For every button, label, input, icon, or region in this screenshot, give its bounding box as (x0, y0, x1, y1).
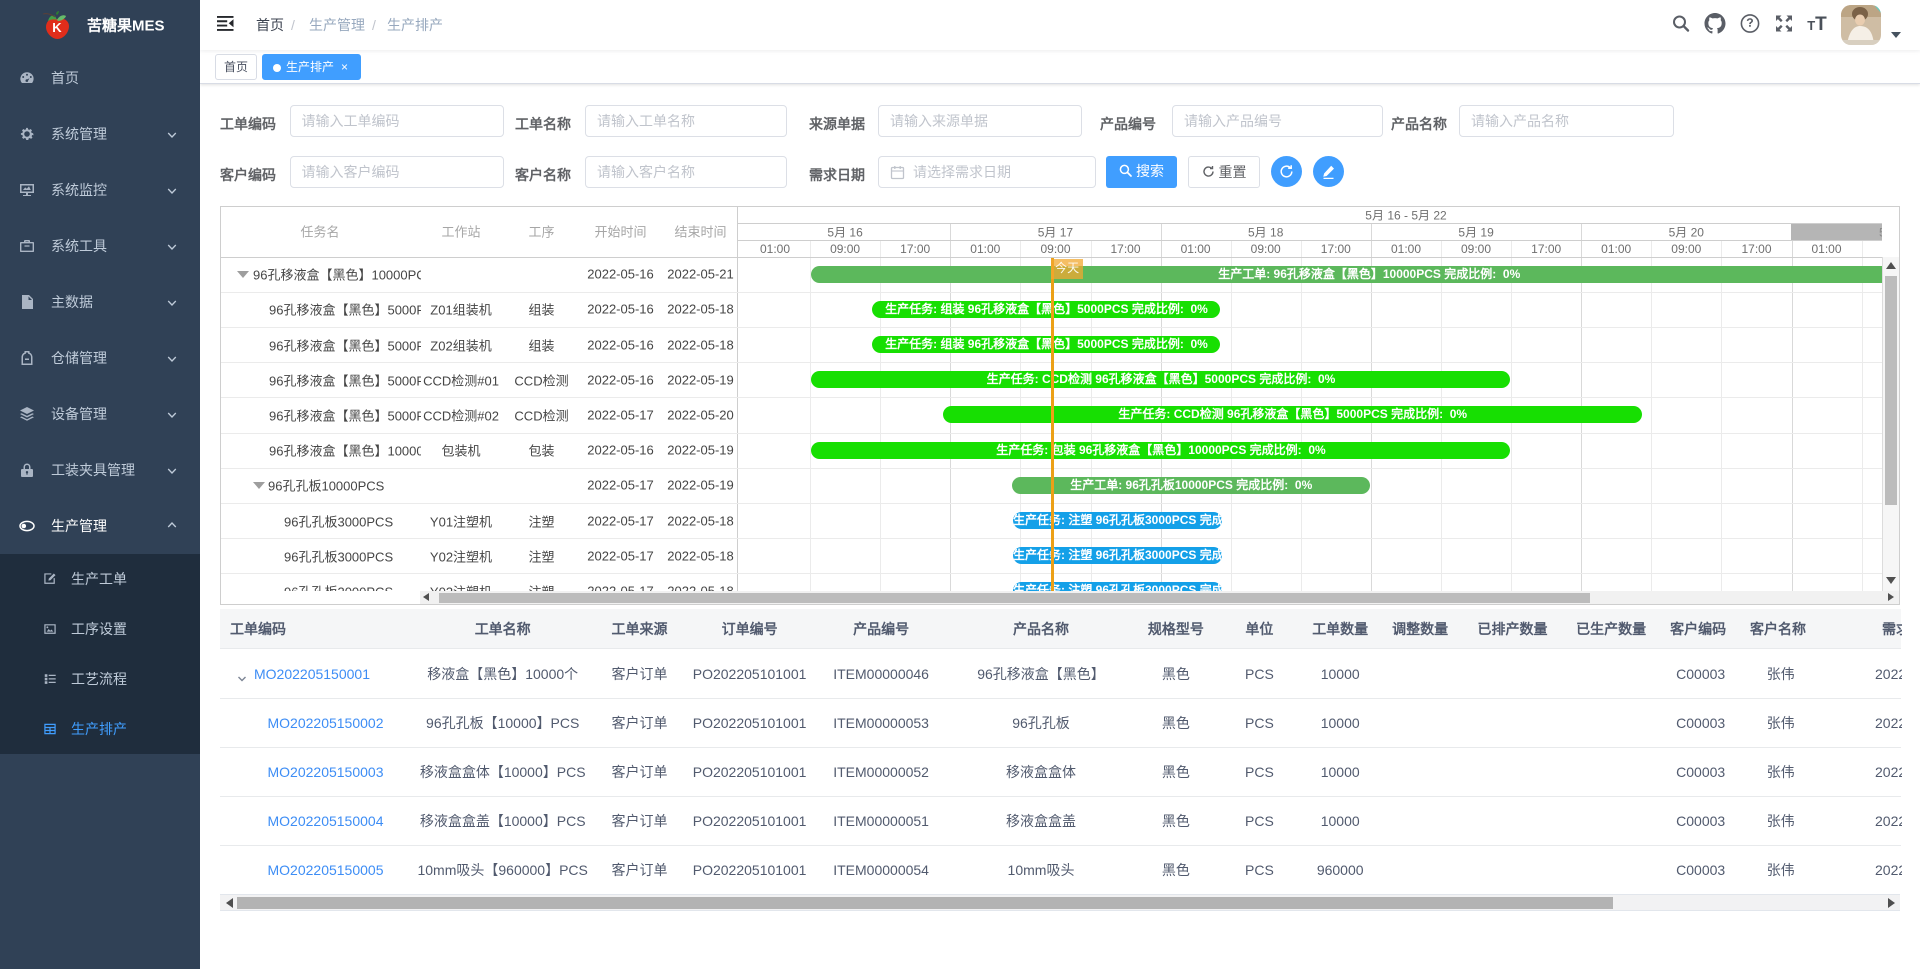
svg-text:K: K (52, 20, 62, 35)
